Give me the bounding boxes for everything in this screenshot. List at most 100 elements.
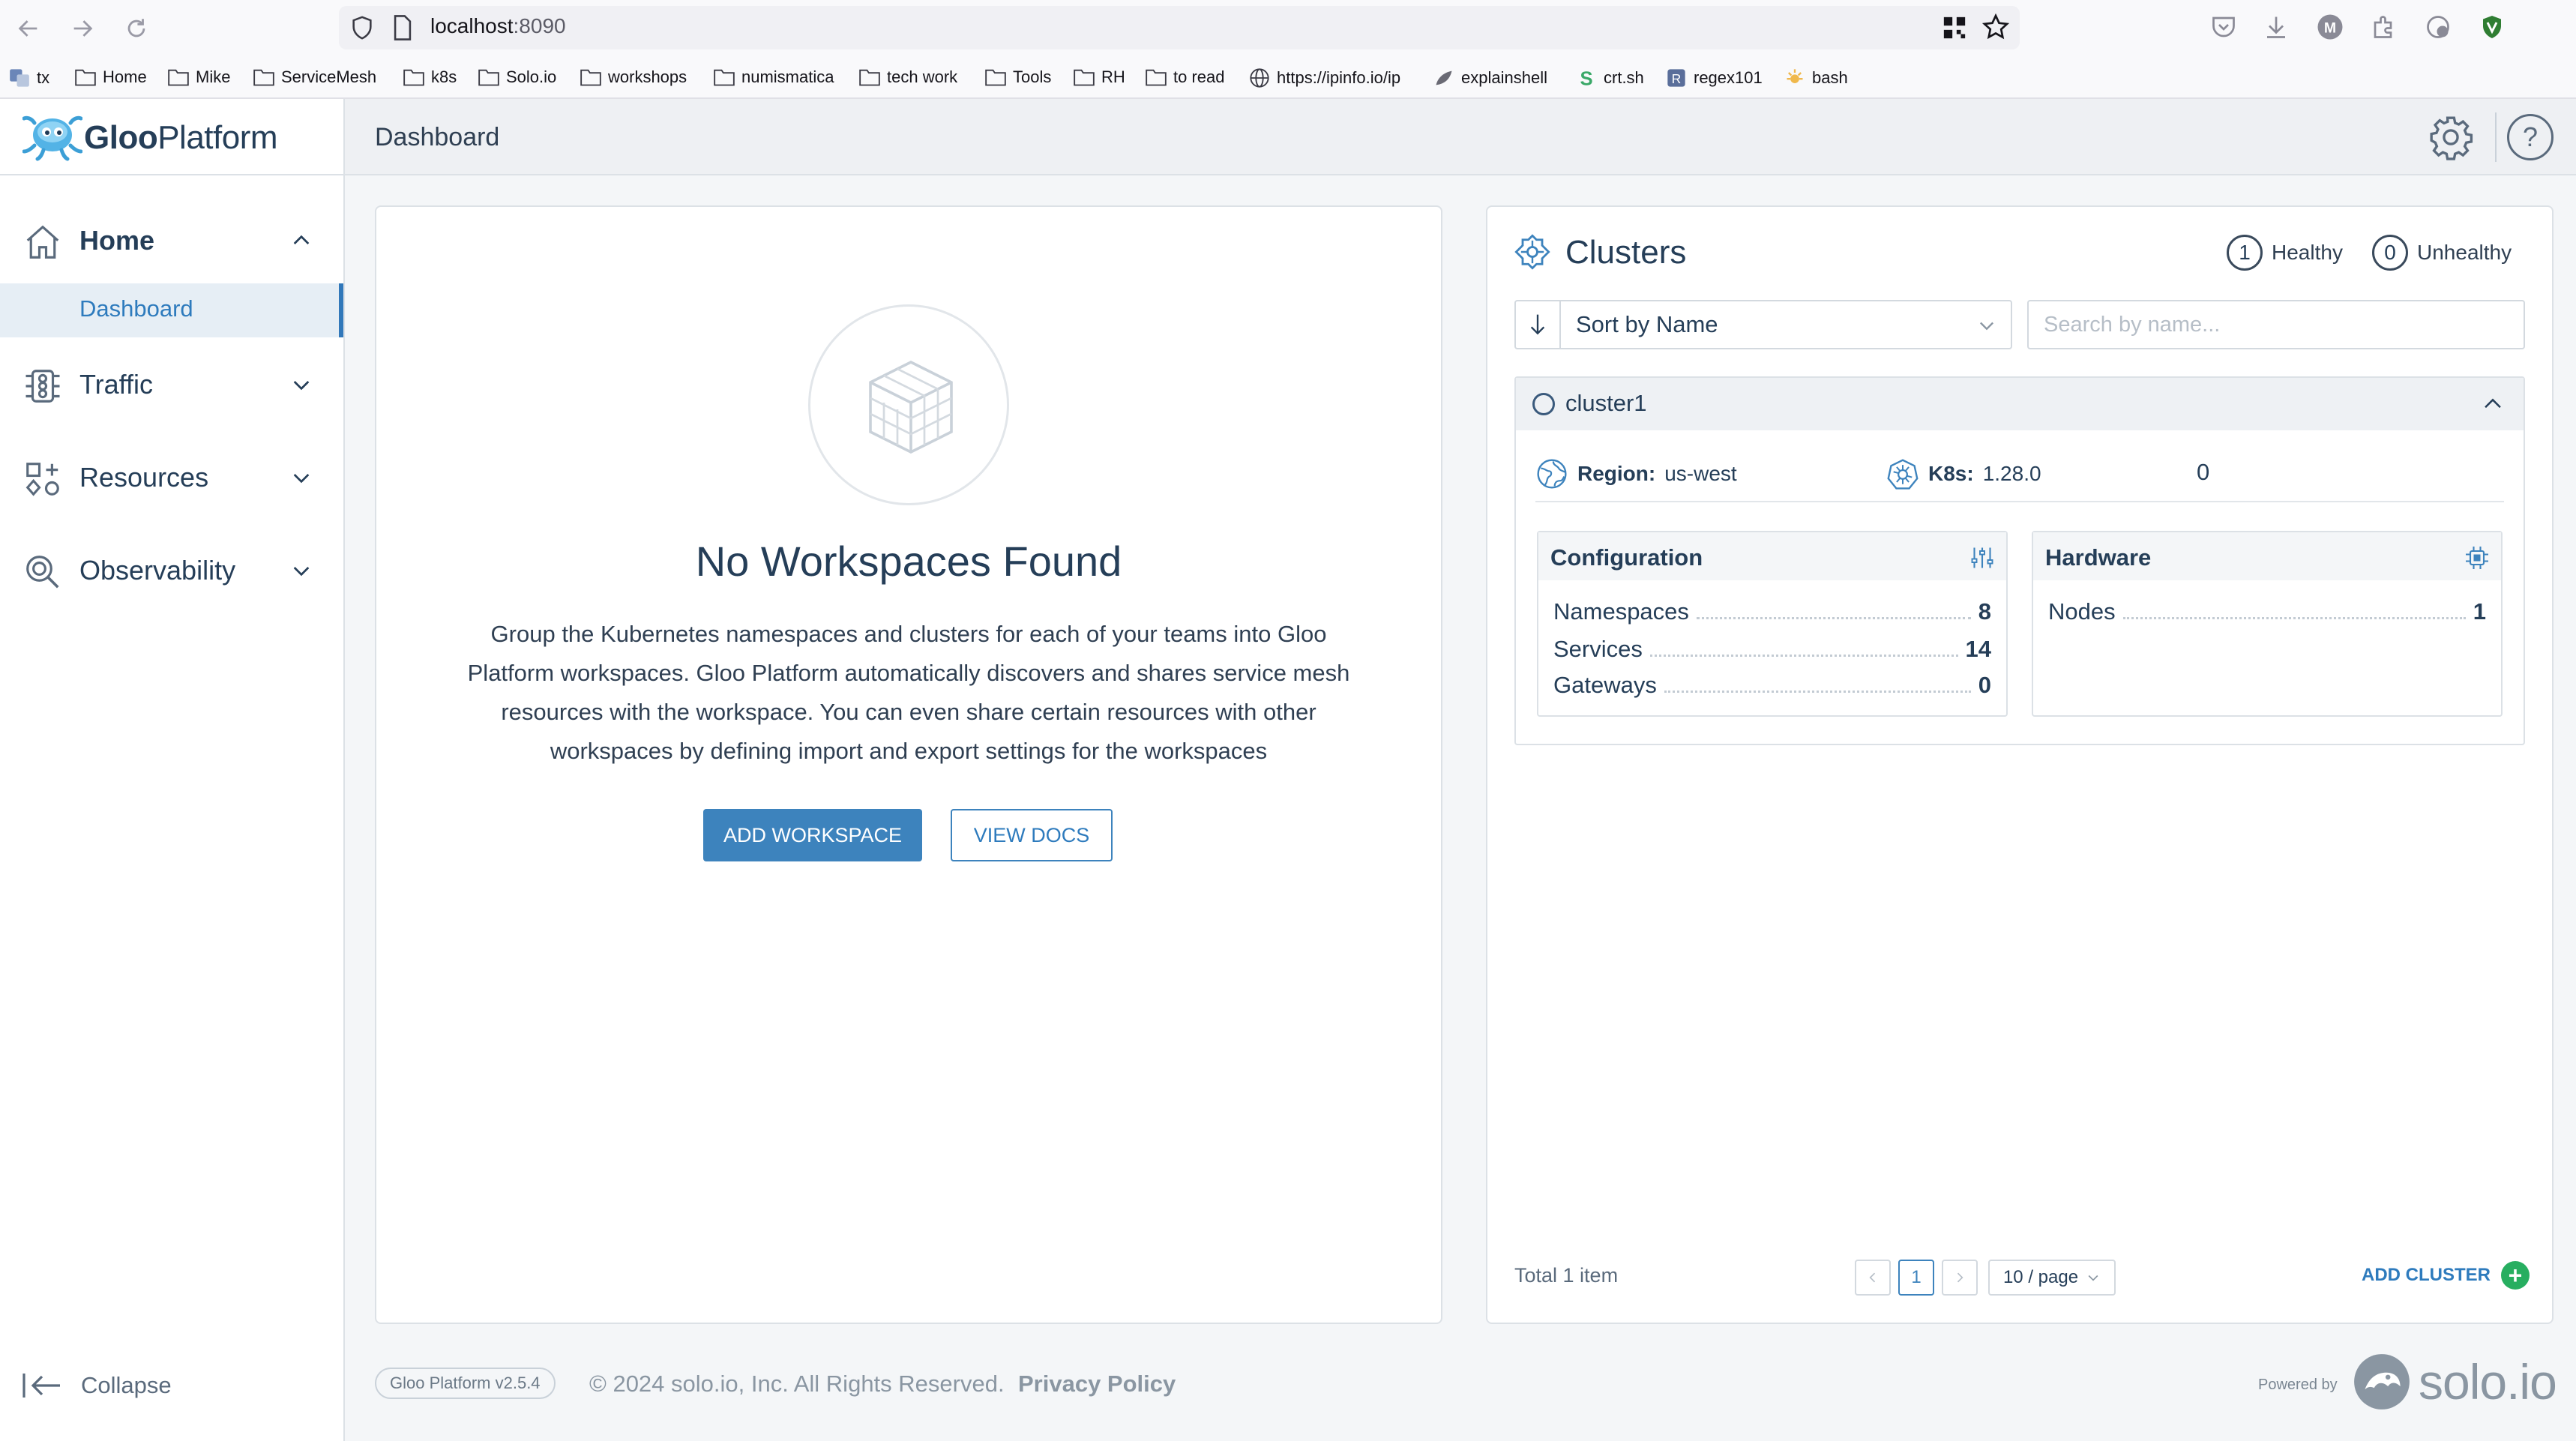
account-icon[interactable]: M [2317, 13, 2344, 40]
svg-text:R: R [1672, 71, 1682, 86]
previous-page-button[interactable] [1855, 1260, 1891, 1296]
collapse-arrow-icon [22, 1374, 60, 1398]
help-icon[interactable]: ? [2507, 114, 2554, 160]
collapse-sidebar-button[interactable]: Collapse [21, 1371, 172, 1401]
bash-icon [1787, 69, 1803, 83]
bookmark-star-icon[interactable] [1982, 13, 2009, 40]
traffic-icon [25, 370, 60, 403]
bookmark-ipinfo[interactable]: https://ipinfo.io/ip [1249, 67, 1400, 88]
privacy-policy-link[interactable]: Privacy Policy [1018, 1371, 1176, 1398]
folder-icon [75, 69, 96, 86]
stat-row-nodes: Nodes 1 [2048, 598, 2486, 625]
privacy-extension-icon[interactable] [2425, 13, 2452, 40]
shield-icon[interactable] [349, 15, 375, 40]
folder-icon [1074, 69, 1095, 86]
bookmark-soloio[interactable]: Solo.io [478, 67, 556, 87]
page-1-button[interactable]: 1 [1898, 1260, 1934, 1296]
add-workspace-button[interactable]: ADD WORKSPACE [703, 809, 922, 861]
sidebar-item-home[interactable]: Home [0, 207, 343, 274]
cluster-search-input[interactable] [2027, 300, 2525, 349]
bookmark-crtsh[interactable]: S crt.sh [1576, 67, 1643, 88]
empty-state-description: Group the Kubernetes namespaces and clus… [467, 621, 1350, 764]
next-page-button[interactable] [1942, 1260, 1978, 1296]
folder-icon [985, 69, 1006, 86]
sidebar-item-traffic[interactable]: Traffic [0, 351, 343, 418]
cluster-name[interactable]: cluster1 [1565, 390, 1647, 417]
bookmark-bash[interactable]: bash [1784, 67, 1848, 88]
reload-icon[interactable] [118, 10, 154, 46]
powered-by-label: Powered by [2258, 1377, 2338, 1393]
header-divider [2495, 112, 2497, 162]
copyright-text: © 2024 solo.io, Inc. All Rights Reserved… [589, 1371, 1005, 1397]
folder-icon [580, 69, 601, 86]
app-logo-text: GlooPlatform [84, 119, 278, 156]
sidebar-item-dashboard-label: Dashboard [79, 295, 193, 322]
bookmark-to-read[interactable]: to read [1146, 67, 1225, 87]
extensions-icon[interactable] [2371, 13, 2398, 40]
bookmarks-bar: tx Home Mike ServiceMesh k8s Solo.io wor… [0, 55, 2576, 99]
bookmark-rh[interactable]: RH [1074, 67, 1125, 87]
observability-icon [26, 556, 59, 589]
crt-icon: S [1580, 68, 1592, 88]
svg-text:M: M [2324, 20, 2336, 37]
cluster-card-header[interactable] [1516, 378, 2524, 430]
forward-icon[interactable] [64, 10, 100, 46]
sidebar-item-observability[interactable]: Observability [0, 537, 343, 604]
page-size-select[interactable]: 10 / page [1988, 1260, 2116, 1296]
view-docs-button[interactable]: VIEW DOCS [951, 809, 1113, 861]
folder-icon [714, 69, 735, 86]
cube-grid-icon [869, 360, 953, 454]
bookmark-mike[interactable]: Mike [168, 67, 230, 87]
cluster-status-indicator [1532, 393, 1555, 415]
divider [1535, 501, 2504, 502]
gloo-octopus-logo-icon [22, 115, 82, 161]
bookmark-servicemesh[interactable]: ServiceMesh [253, 67, 376, 87]
bookmark-workshops[interactable]: workshops [580, 67, 687, 87]
bookmark-regex101[interactable]: R regex101 [1666, 67, 1763, 88]
folder-icon [1146, 69, 1167, 86]
regex-icon: R [1667, 69, 1685, 87]
settings-gear-icon[interactable] [2428, 114, 2474, 160]
url-text[interactable]: localhost:8090 [430, 14, 566, 38]
qr-code-icon[interactable] [1942, 15, 1967, 40]
empty-workspaces-illustration [808, 304, 1009, 505]
folder-icon [859, 69, 880, 86]
folder-icon [168, 69, 189, 86]
bookmark-home[interactable]: Home [75, 67, 147, 87]
download-icon[interactable] [2263, 13, 2290, 40]
bookmark-tech-work[interactable]: tech work [859, 67, 957, 87]
stat-row-namespaces: Namespaces 8 [1553, 598, 1991, 625]
folder-icon [478, 69, 499, 86]
solo-io-logo[interactable]: solo.io [2351, 1351, 2557, 1413]
back-icon[interactable] [10, 10, 46, 46]
healthy-count: 1 [2227, 235, 2263, 271]
configuration-card-header: Configuration [1538, 532, 2006, 580]
logo-area[interactable]: GlooPlatform [0, 99, 345, 175]
sliders-icon[interactable] [1969, 544, 1996, 571]
resources-icon [25, 463, 59, 496]
address-bar[interactable] [339, 6, 2020, 49]
sidebar: Home Traffic Resources Observability [0, 175, 345, 1441]
pocket-icon[interactable] [2210, 13, 2237, 40]
bookmark-numismatica[interactable]: numismatica [714, 67, 834, 87]
sidebar-item-resources[interactable]: Resources [0, 444, 343, 511]
bookmark-tools[interactable]: Tools [985, 67, 1051, 87]
version-badge: Gloo Platform v2.5.4 [375, 1368, 556, 1399]
chevron-down-icon [293, 474, 310, 484]
sort-direction-button[interactable] [1516, 301, 1561, 348]
cpu-chip-icon[interactable] [2464, 544, 2491, 571]
bookmark-tx[interactable]: tx [9, 67, 49, 88]
solo-octopus-logo-icon [2354, 1354, 2410, 1410]
chevron-down-icon [293, 381, 310, 391]
add-cluster-button[interactable]: ADD CLUSTER + [2362, 1261, 2530, 1290]
page-icon[interactable] [391, 15, 414, 40]
adblock-shield-icon[interactable] [2479, 13, 2506, 40]
cluster-region: Region: us-west [1535, 457, 1737, 490]
bookmark-explainshell[interactable]: explainshell [1433, 67, 1547, 88]
globe-region-icon [1537, 459, 1567, 489]
hardware-card-header: Hardware [2033, 532, 2501, 580]
chevron-up-icon[interactable] [2480, 391, 2506, 417]
plus-circle-icon: + [2501, 1261, 2530, 1290]
bookmark-k8s[interactable]: k8s [403, 67, 457, 87]
svg-text:S: S [1580, 68, 1592, 88]
